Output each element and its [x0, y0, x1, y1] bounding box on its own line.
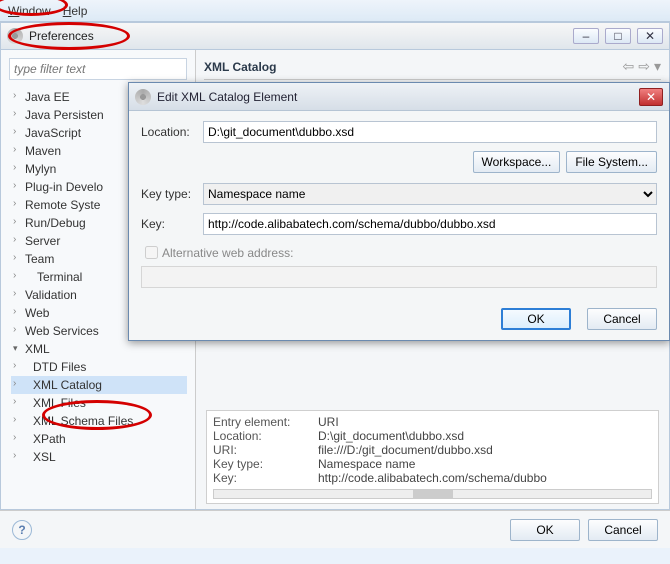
back-icon[interactable]: ⇦ — [623, 58, 635, 75]
tree-item[interactable]: XPath — [11, 430, 187, 448]
filesystem-button[interactable]: File System... — [566, 151, 657, 173]
menu-bar: Window Help — [0, 0, 670, 22]
dialog-footer: OK Cancel — [129, 298, 669, 340]
dialog-ok-button[interactable]: OK — [501, 308, 571, 330]
tree-item-xml[interactable]: XML — [11, 340, 187, 358]
preferences-footer: ? OK Cancel — [0, 510, 670, 548]
gear-icon — [135, 89, 151, 105]
dropdown-icon[interactable]: ▾ — [654, 58, 661, 75]
tree-item[interactable]: XML Files — [11, 394, 187, 412]
alternative-label: Alternative web address: — [162, 246, 293, 260]
forward-icon[interactable]: ⇨ — [638, 58, 650, 75]
ok-button[interactable]: OK — [510, 519, 580, 541]
content-header: XML Catalog ⇦ ⇨ ▾ — [204, 58, 661, 80]
detail-value: URI — [318, 415, 339, 429]
alternative-checkbox — [145, 246, 158, 259]
alternative-input — [141, 266, 657, 288]
detail-value: D:\git_document\dubbo.xsd — [318, 429, 464, 443]
dialog-body: Location: Workspace... File System... Ke… — [129, 111, 669, 298]
catalog-details: Entry element:URI Location:D:\git_docume… — [206, 410, 659, 504]
key-input[interactable] — [203, 213, 657, 235]
detail-label: URI: — [213, 443, 318, 457]
titlebar-title: Preferences — [29, 29, 94, 43]
location-input[interactable] — [203, 121, 657, 143]
minimize-button[interactable]: – — [573, 28, 599, 44]
preferences-titlebar: Preferences – □ ✕ — [0, 22, 670, 50]
key-label: Key: — [141, 217, 203, 231]
tree-item[interactable]: XSL — [11, 448, 187, 466]
detail-label: Location: — [213, 429, 318, 443]
help-icon[interactable]: ? — [12, 520, 32, 540]
detail-label: Key type: — [213, 457, 318, 471]
detail-value: file:///D:/git_document/dubbo.xsd — [318, 443, 493, 457]
cancel-button[interactable]: Cancel — [588, 519, 658, 541]
tree-item[interactable]: XML Schema Files — [11, 412, 187, 430]
detail-value: http://code.alibabatech.com/schema/dubbo — [318, 471, 547, 485]
keytype-label: Key type: — [141, 187, 203, 201]
detail-label: Key: — [213, 471, 318, 485]
scrollbar-thumb[interactable] — [413, 490, 453, 498]
filter-input[interactable] — [9, 58, 187, 80]
edit-catalog-dialog: Edit XML Catalog Element ✕ Location: Wor… — [128, 82, 670, 341]
dialog-cancel-button[interactable]: Cancel — [587, 308, 657, 330]
keytype-select[interactable]: Namespace name — [203, 183, 657, 205]
menu-help[interactable]: Help — [63, 4, 88, 18]
scrollbar-horizontal[interactable] — [213, 489, 652, 499]
gear-icon — [7, 28, 23, 44]
workspace-button[interactable]: Workspace... — [473, 151, 561, 173]
content-title: XML Catalog — [204, 60, 276, 74]
maximize-button[interactable]: □ — [605, 28, 631, 44]
detail-value: Namespace name — [318, 457, 415, 471]
menu-window[interactable]: Window — [8, 4, 51, 18]
tree-item[interactable]: DTD Files — [11, 358, 187, 376]
detail-label: Entry element: — [213, 415, 318, 429]
close-button[interactable]: ✕ — [637, 28, 663, 44]
tree-item-xml-catalog[interactable]: XML Catalog — [11, 376, 187, 394]
dialog-close-button[interactable]: ✕ — [639, 88, 663, 106]
location-label: Location: — [141, 125, 203, 139]
dialog-title: Edit XML Catalog Element — [157, 90, 297, 104]
dialog-titlebar: Edit XML Catalog Element ✕ — [129, 83, 669, 111]
